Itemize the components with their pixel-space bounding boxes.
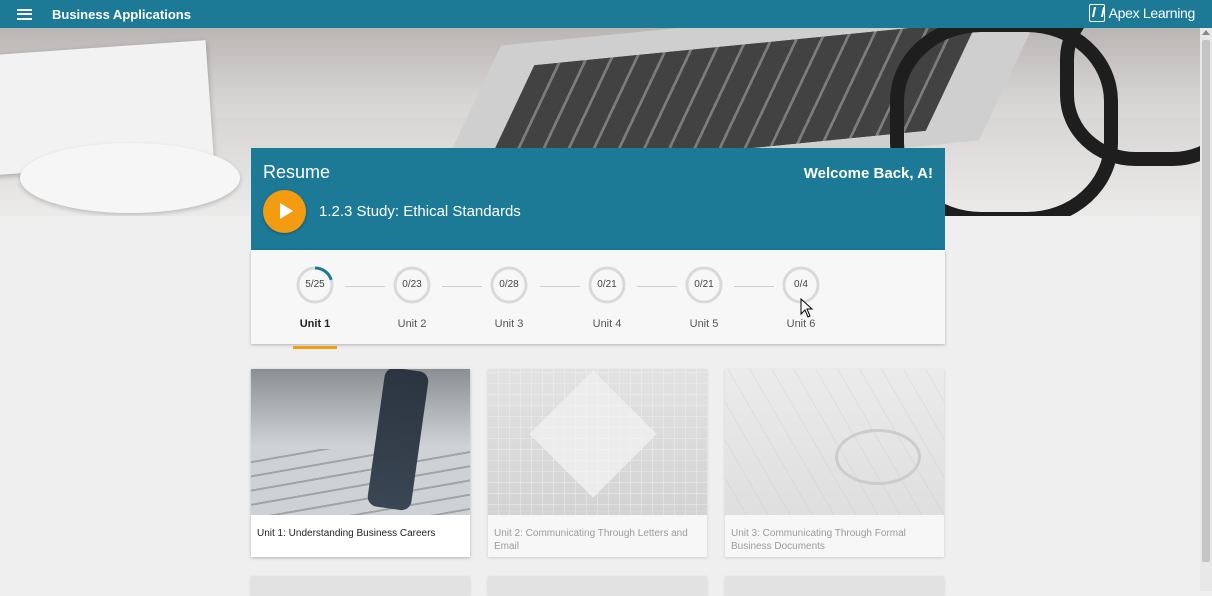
apex-learning-logo[interactable]: Apex Learning [1088,4,1196,22]
unit-card-image [251,369,470,515]
scrollbar-thumb[interactable] [1202,40,1210,562]
progress-ring: 0/23 [393,266,431,304]
unit-card-image [725,369,944,515]
top-app-bar: Business Applications Apex Learning [0,0,1212,28]
unit-card-2[interactable]: Unit 2: Communicating Through Letters an… [488,369,707,557]
hamburger-menu-icon[interactable] [0,0,48,28]
progress-ring: 0/21 [685,266,723,304]
connector-line [345,286,385,287]
unit-tab-4[interactable]: 0/21 Unit 4 [577,266,637,330]
unit-label: Unit 5 [689,318,719,330]
progress-ring: 0/28 [490,266,528,304]
apex-logo-icon [1088,4,1105,22]
unit-card-3[interactable]: Unit 3: Communicating Through Formal Bus… [725,369,944,557]
unit-card-title: Unit 1: Understanding Business Careers [257,528,436,539]
connector-line [637,286,677,287]
current-activity-link[interactable]: 1.2.3 Study: Ethical Standards [319,203,521,220]
resume-title: Resume [263,162,331,182]
unit-label: Unit 2 [397,318,427,330]
unit-card-title: Unit 2: Communicating Through Letters an… [494,528,688,552]
resume-panel: Resume Welcome Back, A! 1.2.3 Study: Eth… [251,148,945,250]
unit-card-title: Unit 3: Communicating Through Formal Bus… [731,528,906,552]
welcome-message: Welcome Back, A! [803,165,933,182]
play-icon[interactable] [263,190,306,233]
connector-line [734,286,774,287]
unit-label: Unit 3 [494,318,524,330]
unit-label: Unit 6 [786,318,816,330]
unit-card-1[interactable]: Unit 1: Understanding Business Careers [251,369,470,557]
progress-ring: 5/25 [296,266,334,304]
unit-label: Unit 1 [299,318,331,330]
unit-tab-5[interactable]: 0/21 Unit 5 [674,266,734,330]
unit-card-5[interactable] [488,576,707,596]
unit-label: Unit 4 [592,318,622,330]
connector-line [540,286,580,287]
unit-tab-2[interactable]: 0/23 Unit 2 [382,266,442,330]
unit-tab-3[interactable]: 0/28 Unit 3 [479,266,539,330]
unit-tab-1[interactable]: 5/25 Unit 1 [285,266,345,349]
logo-text: Apex Learning [1108,5,1196,21]
unit-card-6[interactable] [725,576,944,596]
app-title: Business Applications [52,6,191,22]
unit-card-4[interactable] [251,576,470,596]
unit-progress-bar: 5/25 Unit 1 0/23 Unit 2 0/28 Unit 3 0/21… [251,250,945,349]
active-unit-underline [293,346,337,349]
connector-line [442,286,482,287]
scroll-up-arrow-icon[interactable] [1202,30,1210,35]
progress-ring: 0/21 [588,266,626,304]
page-scrollbar[interactable] [1200,28,1212,591]
unit-card-image [488,369,707,515]
